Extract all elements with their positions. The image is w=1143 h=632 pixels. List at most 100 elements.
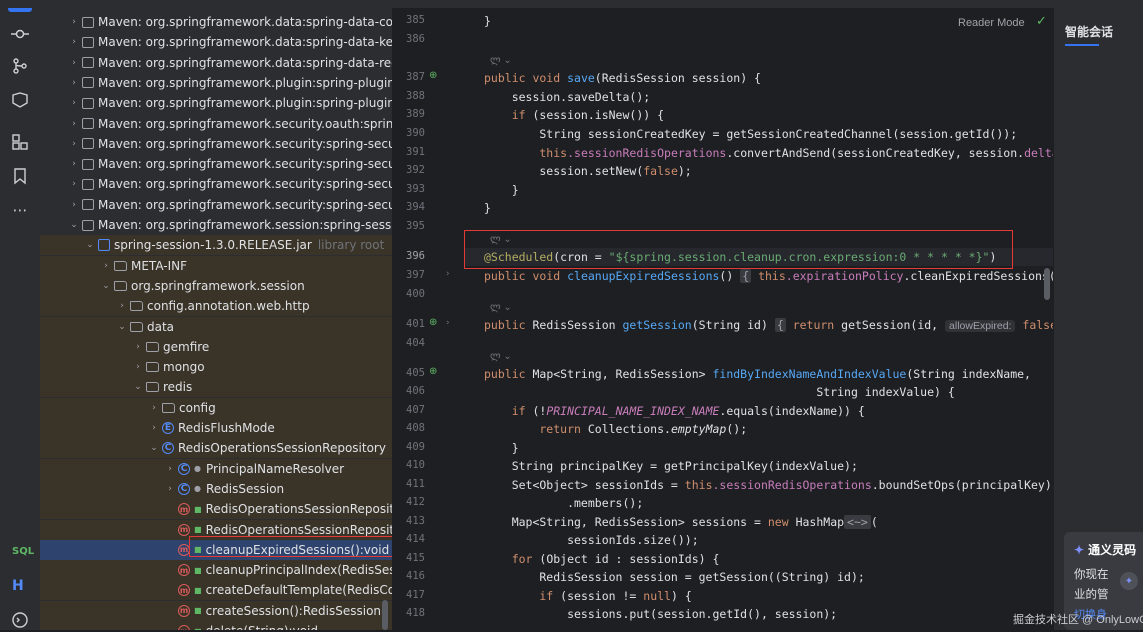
tree-item[interactable]: › Maven: org.springframework.data:spring-… bbox=[40, 53, 392, 73]
line-number: 409 bbox=[406, 441, 425, 453]
tree-item[interactable]: › Maven: org.springframework.security:spr… bbox=[40, 174, 392, 194]
ai-hint-icon[interactable]: ლ ⌄ bbox=[490, 55, 512, 66]
tree-item[interactable]: › Maven: org.springframework.plugin:sprin… bbox=[40, 73, 392, 93]
tree-item[interactable]: › Maven: org.springframework.security:spr… bbox=[40, 195, 392, 215]
tree-item[interactable]: › META-INF bbox=[40, 255, 392, 276]
ai-assistant-icon[interactable]: ✦ bbox=[1120, 572, 1138, 590]
tree-item[interactable]: ⌄ spring-session-1.3.0.RELEASE.jar library… bbox=[40, 235, 392, 256]
chevron-right-icon[interactable]: › bbox=[68, 37, 80, 47]
more-icon[interactable]: ⋯ bbox=[8, 198, 32, 222]
code-line: sessions.put(session.getId(), session); bbox=[484, 607, 838, 621]
tree-item[interactable]: › config.annotation.web.http bbox=[40, 296, 392, 317]
ai-hint-icon[interactable]: ლ ⌄ bbox=[490, 351, 512, 362]
tree-item[interactable]: › Maven: org.springframework.security.oau… bbox=[40, 114, 392, 134]
chevron-right-icon[interactable]: › bbox=[68, 17, 80, 27]
ai-chat-tab[interactable]: 智能会话 bbox=[1065, 23, 1113, 40]
enum-icon: E bbox=[162, 422, 174, 434]
tree-item[interactable]: › mongo bbox=[40, 357, 392, 378]
override-marker-icon[interactable]: ⊕ bbox=[429, 366, 437, 377]
tree-item[interactable]: m ■ createSession():RedisSession bbox=[40, 600, 392, 621]
ai-hint-icon[interactable]: ლ ⌄ bbox=[490, 302, 512, 313]
library-icon bbox=[82, 118, 94, 129]
folder-icon bbox=[130, 321, 143, 332]
chevron-down-icon[interactable]: ⌄ bbox=[148, 443, 160, 453]
tree-item[interactable]: ⌄ data bbox=[40, 316, 392, 337]
chevron-right-icon[interactable]: › bbox=[68, 58, 80, 68]
chevron-down-icon[interactable]: ⌄ bbox=[132, 382, 144, 392]
code-editor[interactable]: } ლ ⌄ public void save(RedisSession sess… bbox=[464, 8, 1053, 630]
line-number: 393 bbox=[406, 183, 425, 195]
tree-item[interactable]: › gemfire bbox=[40, 336, 392, 357]
sql-icon[interactable]: SQL bbox=[12, 546, 34, 557]
tree-item[interactable]: ⌄ redis bbox=[40, 377, 392, 398]
line-number: 385 bbox=[406, 14, 425, 26]
tree-item[interactable]: › C ● PrincipalNameResolver bbox=[40, 458, 392, 479]
tree-item-label: Maven: org.springframework.security:spri… bbox=[98, 136, 392, 151]
folded-generic[interactable]: <~> bbox=[844, 515, 871, 529]
fold-toggle-icon[interactable]: › bbox=[446, 318, 450, 328]
tree-item[interactable]: m ■RedisOperationsSessionRepository( bbox=[40, 499, 392, 520]
tree-item-label: Maven: org.springframework.session:sprin… bbox=[98, 218, 392, 232]
git-branch-icon[interactable] bbox=[8, 54, 32, 78]
tree-item-label: mongo bbox=[163, 360, 205, 375]
folded-block[interactable]: { bbox=[774, 318, 786, 332]
chevron-right-icon[interactable]: › bbox=[68, 78, 80, 88]
tree-item[interactable]: ⌄ Maven: org.springframework.session:spri… bbox=[40, 215, 392, 235]
tree-item[interactable]: › E RedisFlushMode bbox=[40, 418, 392, 438]
chevron-right-icon[interactable]: › bbox=[116, 301, 128, 311]
code-line: for (Object id : sessionIds) { bbox=[484, 552, 720, 566]
chevron-down-icon[interactable]: ⌄ bbox=[68, 220, 80, 230]
tree-item[interactable]: › C ● RedisSession bbox=[40, 478, 392, 499]
chevron-right-icon[interactable]: › bbox=[132, 342, 144, 352]
tree-item[interactable]: › Maven: org.springframework.plugin:sprin… bbox=[40, 93, 392, 113]
chevron-right-icon[interactable]: › bbox=[68, 98, 80, 108]
chevron-right-icon[interactable]: › bbox=[68, 159, 80, 169]
chevron-down-icon[interactable]: ⌄ bbox=[116, 322, 128, 332]
h-icon[interactable]: H bbox=[12, 578, 24, 594]
watermark-footer: 掘金技术社区 @ OnlyLowG bbox=[1013, 614, 1143, 626]
parameter-hint: allowExpired: bbox=[945, 320, 1016, 332]
plugins-icon[interactable] bbox=[8, 130, 32, 154]
folder-icon bbox=[130, 301, 143, 312]
tree-item[interactable]: m ■createDefaultTemplate(RedisConne bbox=[40, 580, 392, 601]
chevron-right-icon[interactable]: › bbox=[148, 423, 160, 433]
tree-item[interactable]: › Maven: org.springframework.security:spr… bbox=[40, 154, 392, 174]
library-icon bbox=[82, 178, 94, 190]
editor-scrollbar[interactable] bbox=[1044, 268, 1050, 300]
chevron-right-icon[interactable]: › bbox=[68, 139, 80, 149]
tree-item[interactable]: › Maven: org.springframework.data:spring-… bbox=[40, 32, 392, 52]
chevron-right-icon[interactable]: › bbox=[164, 484, 176, 494]
fold-toggle-icon[interactable]: › bbox=[446, 269, 450, 279]
chevron-right-icon[interactable]: › bbox=[148, 403, 160, 413]
chevron-right-icon[interactable]: › bbox=[132, 362, 144, 372]
chevron-down-icon[interactable]: ⌄ bbox=[100, 281, 112, 291]
chevron-right-icon[interactable]: › bbox=[68, 200, 80, 210]
tree-item[interactable]: m ■cleanupPrincipalIndex(RedisSession bbox=[40, 560, 392, 581]
line-number: 401 bbox=[406, 318, 425, 330]
tree-scrollbar[interactable] bbox=[382, 600, 388, 630]
tree-item-label: redis bbox=[163, 380, 193, 395]
structure-icon[interactable] bbox=[8, 88, 32, 112]
bookmarks-icon[interactable] bbox=[8, 164, 32, 188]
tree-item-label: Maven: org.springframework.data:spring-d… bbox=[98, 55, 392, 70]
chevron-right-icon[interactable]: › bbox=[68, 119, 80, 129]
override-marker-icon[interactable]: ⊕ bbox=[429, 317, 437, 328]
terminal-icon[interactable] bbox=[8, 608, 32, 632]
chevron-down-icon[interactable]: ⌄ bbox=[84, 240, 96, 250]
tree-item[interactable]: › Maven: org.springframework.data:spring-… bbox=[40, 12, 392, 32]
chevron-right-icon[interactable]: › bbox=[164, 464, 176, 474]
tree-item[interactable]: ⌄ org.springframework.session bbox=[40, 275, 392, 296]
reader-mode-toggle[interactable]: Reader Mode bbox=[958, 17, 1025, 29]
code-line: public void cleanupExpiredSessions() { t… bbox=[484, 267, 1053, 285]
tree-item[interactable]: ⌄ C RedisOperationsSessionRepository bbox=[40, 438, 392, 459]
commit-icon[interactable] bbox=[8, 22, 32, 46]
override-marker-icon[interactable]: ⊕ bbox=[429, 70, 437, 81]
tree-item[interactable]: › Maven: org.springframework.security:spr… bbox=[40, 134, 392, 154]
chevron-right-icon[interactable]: › bbox=[68, 179, 80, 189]
chevron-right-icon[interactable]: › bbox=[100, 261, 112, 271]
tree-item[interactable]: › config bbox=[40, 397, 392, 418]
window-top-strip bbox=[0, 0, 1143, 8]
library-icon bbox=[82, 138, 94, 150]
folded-block[interactable]: { bbox=[740, 269, 752, 283]
tree-item[interactable]: m ■ delete(String):void bbox=[40, 621, 392, 630]
